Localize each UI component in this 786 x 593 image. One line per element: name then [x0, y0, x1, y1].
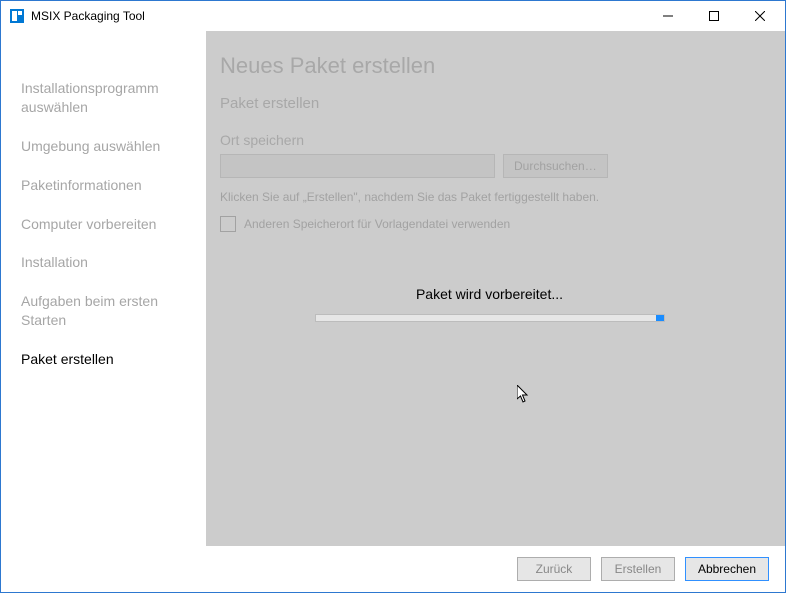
- maximize-button[interactable]: [691, 1, 737, 30]
- template-location-row: Anderen Speicherort für Vorlagendatei ve…: [220, 216, 759, 232]
- sidebar-item-prepare-computer[interactable]: Computer vorbereiten: [21, 215, 206, 234]
- template-location-checkbox[interactable]: [220, 216, 236, 232]
- content: Installationsprogramm auswählen Umgebung…: [1, 31, 785, 547]
- save-location-input[interactable]: [220, 154, 495, 178]
- sidebar-item-select-installer[interactable]: Installationsprogramm auswählen: [21, 79, 206, 117]
- sidebar-item-create-package[interactable]: Paket erstellen: [21, 350, 206, 369]
- sidebar-item-select-environment[interactable]: Umgebung auswählen: [21, 137, 206, 156]
- cancel-button[interactable]: Abbrechen: [685, 557, 769, 581]
- footer: Zurück Erstellen Abbrechen: [1, 546, 785, 592]
- progress-bar: [315, 314, 665, 322]
- sidebar: Installationsprogramm auswählen Umgebung…: [1, 31, 206, 547]
- hint-text: Klicken Sie auf „Erstellen", nachdem Sie…: [220, 190, 759, 204]
- browse-button[interactable]: Durchsuchen…: [503, 154, 608, 178]
- close-button[interactable]: [737, 1, 783, 30]
- save-location-row: Durchsuchen…: [220, 154, 759, 178]
- back-button[interactable]: Zurück: [517, 557, 591, 581]
- create-button[interactable]: Erstellen: [601, 557, 675, 581]
- app-icon: [9, 8, 25, 24]
- window-controls: [645, 1, 783, 31]
- sidebar-item-first-launch-tasks[interactable]: Aufgaben beim ersten Starten: [21, 292, 206, 330]
- minimize-button[interactable]: [645, 1, 691, 30]
- progress-area: Paket wird vorbereitet...: [220, 286, 759, 322]
- sidebar-item-installation[interactable]: Installation: [21, 253, 206, 272]
- progress-fill: [656, 315, 664, 321]
- titlebar: MSIX Packaging Tool: [1, 1, 785, 31]
- page-title: Neues Paket erstellen: [220, 53, 759, 79]
- save-location-label: Ort speichern: [220, 132, 759, 148]
- window-title: MSIX Packaging Tool: [31, 9, 645, 23]
- sidebar-item-package-info[interactable]: Paketinformationen: [21, 176, 206, 195]
- section-title: Paket erstellen: [220, 95, 759, 112]
- progress-label: Paket wird vorbereitet...: [220, 286, 759, 302]
- template-location-label: Anderen Speicherort für Vorlagendatei ve…: [244, 217, 510, 231]
- main-panel: Neues Paket erstellen Paket erstellen Or…: [206, 31, 785, 547]
